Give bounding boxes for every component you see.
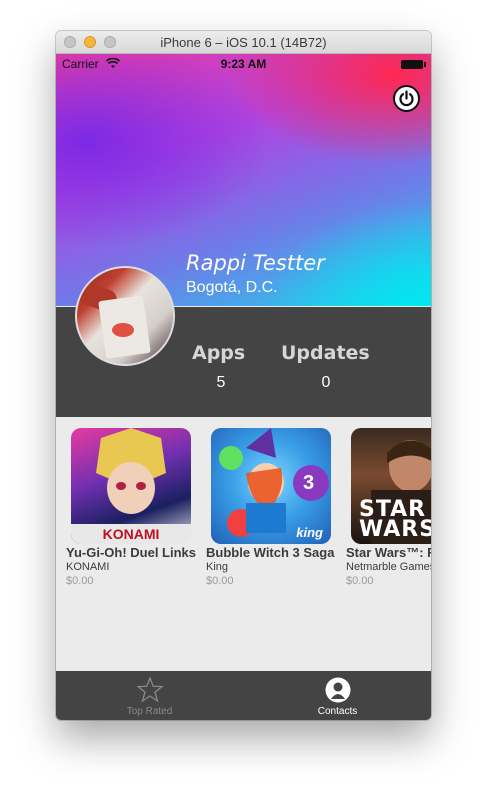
app-developer: KONAMI [66, 561, 110, 573]
stat-updates-label: Updates [281, 342, 370, 364]
tab-contacts-label: Contacts [317, 706, 358, 717]
simulator-window: iPhone 6 – iOS 10.1 (14B72) Carrier 9:23… [56, 31, 431, 720]
yugioh-app-icon[interactable]: KONAMI [71, 428, 191, 544]
status-bar: Carrier 9:23 AM [56, 54, 431, 74]
tab-contacts[interactable]: Contacts [244, 671, 431, 720]
status-time: 9:23 AM [220, 57, 267, 71]
avatar [75, 266, 175, 366]
battery-icon [401, 60, 426, 69]
app-name: Yu-Gi-Oh! Duel Links [66, 545, 196, 560]
title-bar: iPhone 6 – iOS 10.1 (14B72) [56, 31, 431, 54]
stat-apps-label: Apps [192, 342, 246, 364]
stat-updates-value: 0 [321, 374, 331, 391]
app-price: $0.00 [66, 575, 94, 587]
bubble-witch-app-icon[interactable]: 3 king [211, 428, 331, 544]
stat-apps-value: 5 [216, 374, 226, 391]
app-name: Bubble Witch 3 Saga [206, 545, 335, 560]
app-price: $0.00 [346, 575, 374, 587]
app-developer: Netmarble Games [346, 561, 431, 573]
logout-button[interactable] [393, 85, 420, 112]
user-name: Rappi Testter [186, 251, 325, 275]
tab-top-rated[interactable]: Top Rated [56, 671, 243, 720]
app-name: Star Wars™: Force Arena [346, 545, 431, 560]
app-icon-text: STAR WARS [359, 497, 431, 542]
app-developer: King [206, 561, 229, 573]
app-price: $0.00 [206, 575, 234, 587]
contact-icon [325, 677, 351, 703]
tab-bar: Top Rated Contacts [56, 671, 431, 720]
level-badge-icon: 3 [303, 472, 315, 494]
phone-screen: Carrier 9:23 AM Rappi Testter Bogotá, D.… [56, 54, 431, 720]
window-title: iPhone 6 – iOS 10.1 (14B72) [160, 35, 327, 50]
power-icon [399, 90, 414, 107]
app-icon-text: king [296, 525, 323, 540]
user-location: Bogotá, D.C. [186, 279, 278, 296]
app-icon-text: KONAMI [102, 526, 160, 542]
tab-top-rated-label: Top Rated [126, 706, 173, 717]
apps-list: KONAMI Yu-Gi-Oh! Duel Links KONAMI $0.00 [56, 417, 431, 671]
star-wars-app-icon[interactable]: STAR WARS [351, 428, 431, 544]
star-icon [137, 677, 163, 703]
